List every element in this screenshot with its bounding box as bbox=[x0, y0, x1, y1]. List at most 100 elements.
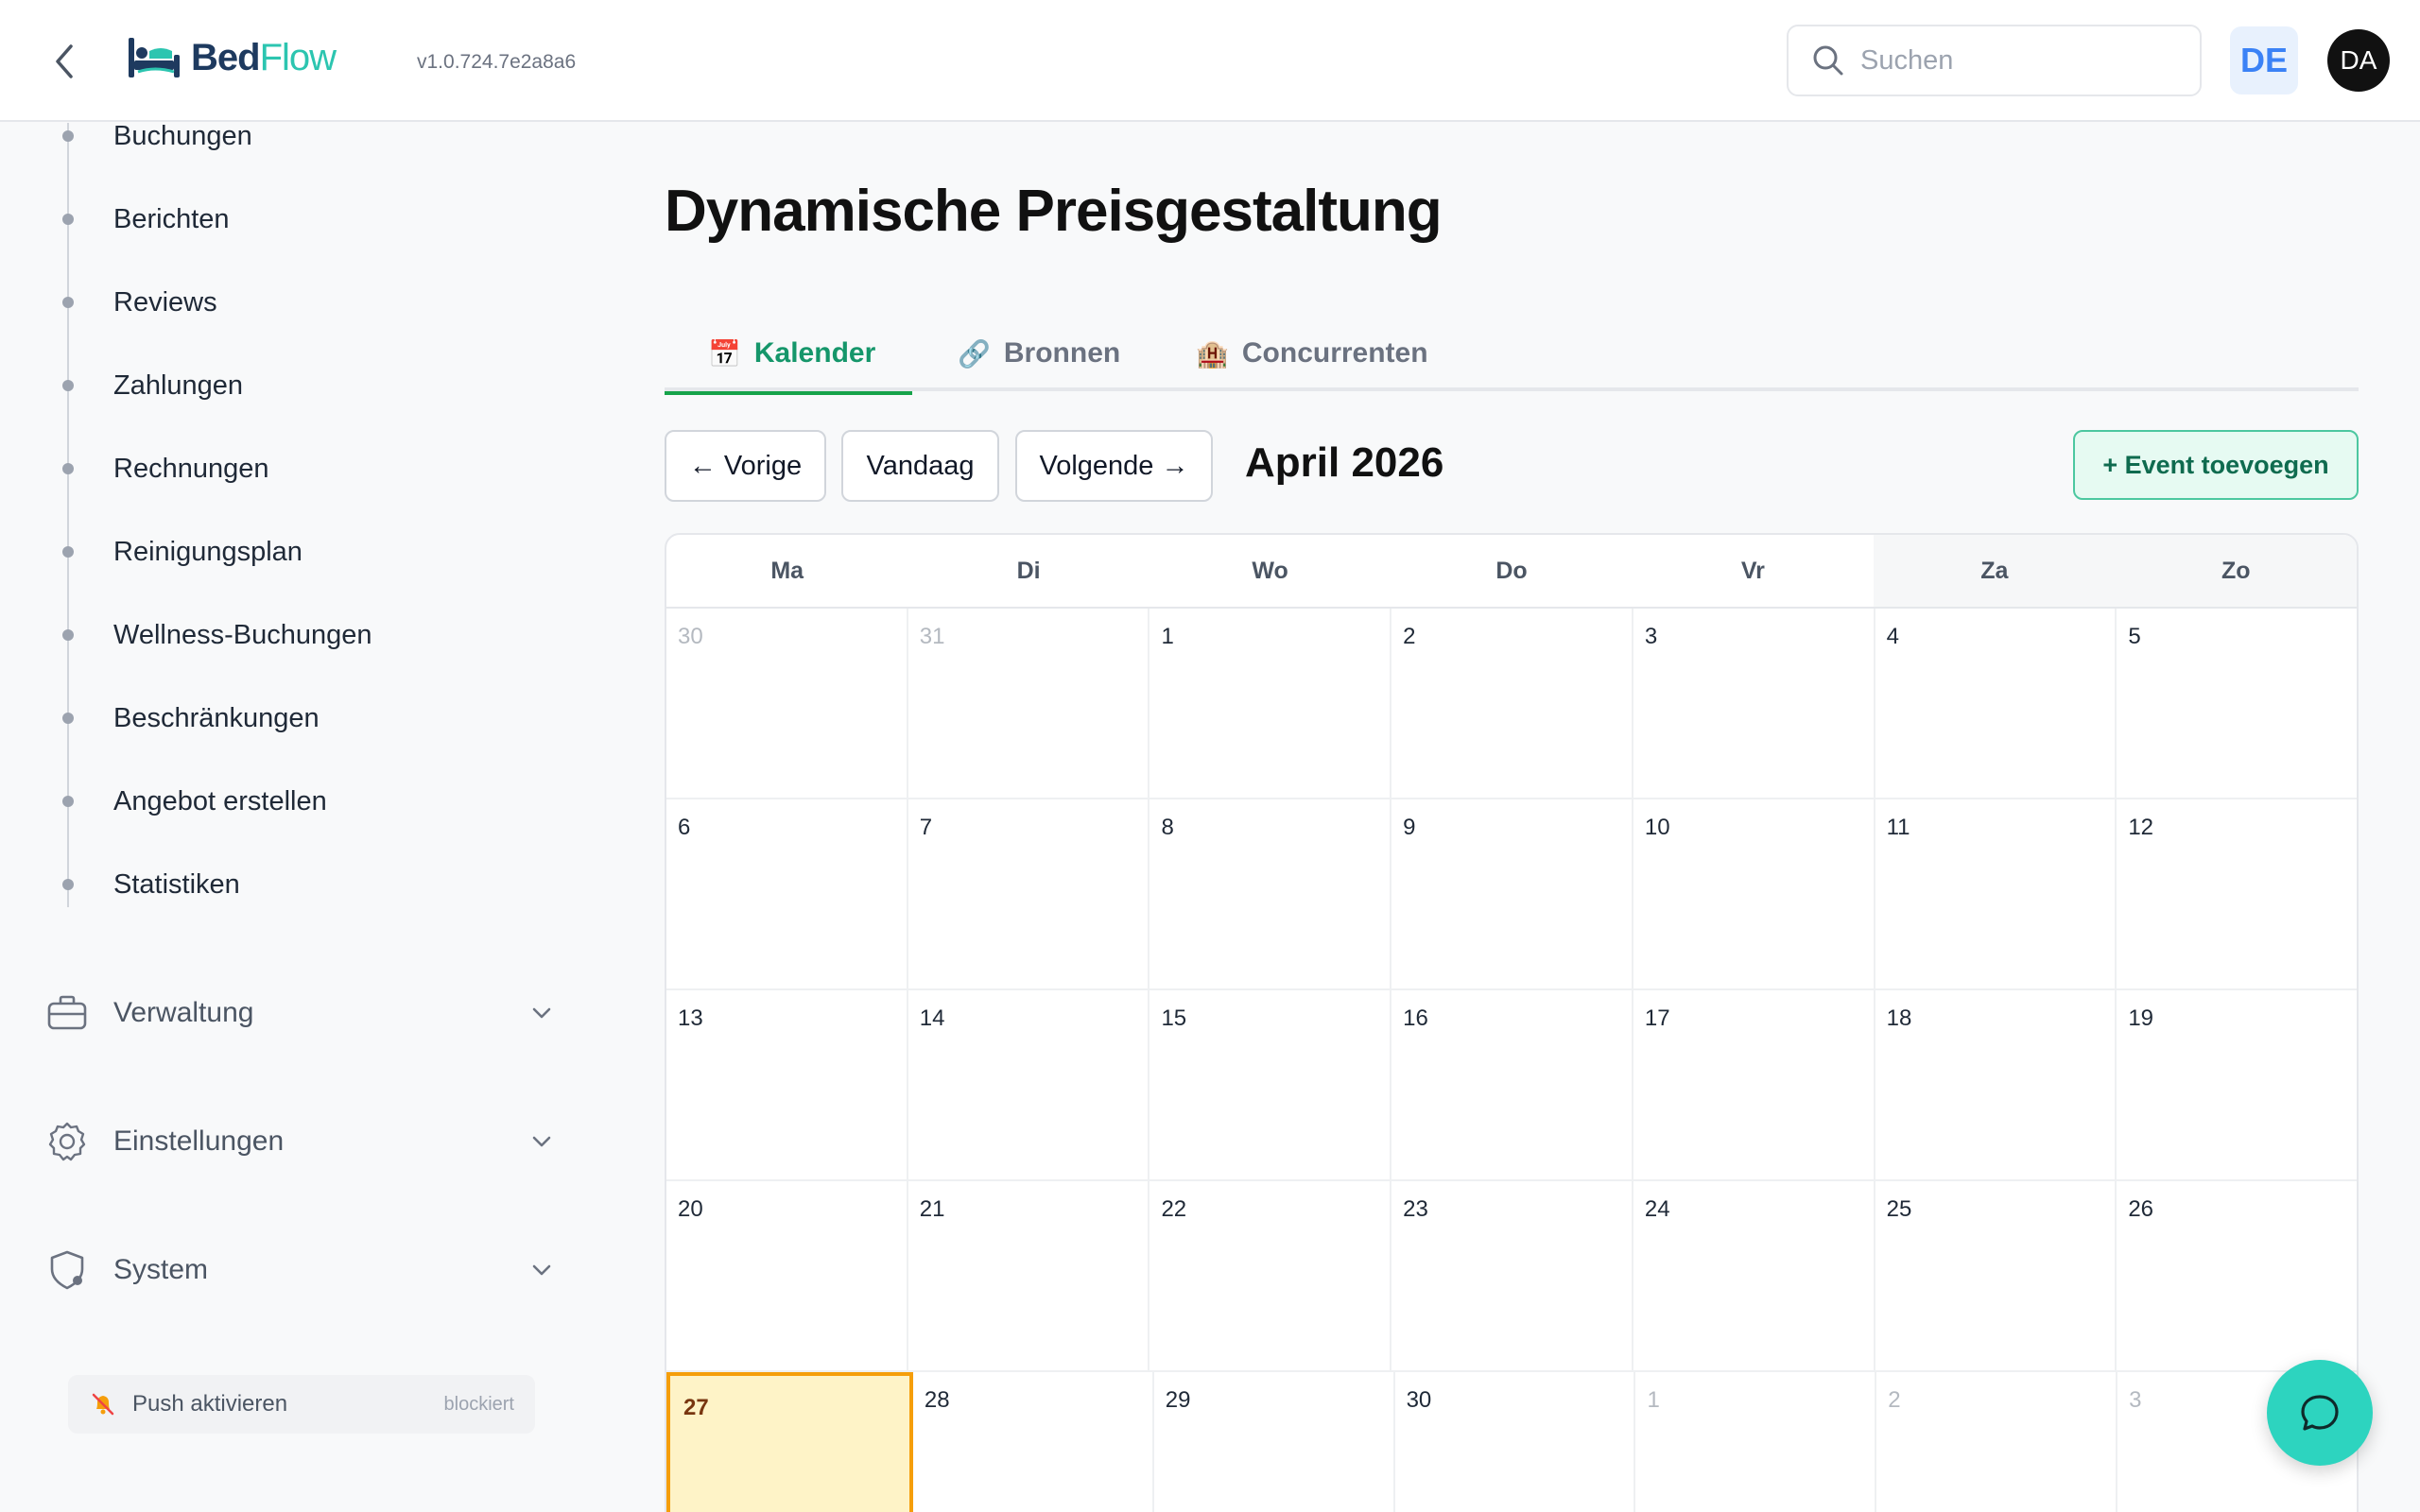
sidebar-item-label: Rechnungen bbox=[113, 453, 269, 484]
version-label: v1.0.724.7e2a8a6 bbox=[417, 51, 577, 73]
user-avatar[interactable]: DA bbox=[2327, 29, 2390, 92]
day-number: 2 bbox=[1403, 624, 1416, 649]
calendar-day-cell[interactable]: 9 bbox=[1392, 799, 1634, 988]
submenu-line bbox=[67, 123, 69, 907]
weekday-header: Vr bbox=[1740, 557, 1765, 584]
tab-concurrenten[interactable]: 🏨 Concurrenten bbox=[1196, 316, 1428, 391]
logo-text-flow: Flow bbox=[259, 36, 337, 78]
calendar-day-cell[interactable]: 2 bbox=[1876, 1372, 2118, 1512]
search-input[interactable] bbox=[1860, 44, 2182, 77]
tab-kalender[interactable]: 📅 Kalender bbox=[665, 316, 912, 395]
calendar-icon: 📅 bbox=[708, 338, 741, 369]
calendar-week-row: 20 21 22 23 24 25 26 bbox=[666, 1181, 2357, 1372]
calendar-day-cell[interactable]: 11 bbox=[1876, 799, 2118, 988]
calendar-day-cell[interactable]: 13 bbox=[666, 990, 908, 1179]
calendar-week-row: 6 7 8 9 10 11 12 bbox=[666, 799, 2357, 990]
calendar-day-cell[interactable]: 22 bbox=[1150, 1181, 1392, 1370]
calendar-grid: Ma Di Wo Do Vr Za Zo 30 31 1 2 3 4 5 6 7 8 9 10 11 12… bbox=[665, 533, 2359, 1512]
weekday-header: Wo bbox=[1252, 557, 1288, 584]
calendar-day-cell[interactable]: 21 bbox=[908, 1181, 1150, 1370]
sidebar-item-label: Statistiken bbox=[113, 868, 240, 900]
tab-label: Kalender bbox=[753, 337, 876, 369]
day-number: 30 bbox=[1406, 1387, 1432, 1413]
tab-bar: 📅 Kalender 🔗 Bronnen 🏨 Concurrenten bbox=[665, 316, 2359, 395]
bullet-dot bbox=[62, 214, 74, 225]
calendar-day-cell[interactable]: 29 bbox=[1154, 1372, 1395, 1512]
back-button[interactable] bbox=[45, 38, 83, 85]
calendar-day-today[interactable]: 27 bbox=[666, 1372, 913, 1512]
day-number: 31 bbox=[919, 624, 945, 649]
calendar-day-cell[interactable]: 8 bbox=[1150, 799, 1392, 988]
calendar-day-cell[interactable]: 30 bbox=[1395, 1372, 1636, 1512]
tab-label: Bronnen bbox=[1003, 337, 1121, 369]
next-month-button[interactable]: Volgende → bbox=[1015, 430, 1213, 502]
sidebar-item-label: Berichten bbox=[113, 203, 230, 234]
bullet-dot bbox=[62, 130, 74, 142]
chevron-down-icon bbox=[532, 1264, 551, 1276]
calendar-day-cell[interactable]: 6 bbox=[666, 799, 908, 988]
day-number: 4 bbox=[1886, 624, 1899, 649]
calendar-day-cell[interactable]: 20 bbox=[666, 1181, 908, 1370]
calendar-day-cell[interactable]: 16 bbox=[1392, 990, 1634, 1179]
calendar-day-cell[interactable]: 26 bbox=[2117, 1181, 2357, 1370]
sidebar-group-system[interactable]: System bbox=[45, 1237, 556, 1303]
calendar-day-cell[interactable]: 30 bbox=[666, 609, 908, 798]
calendar-day-cell[interactable]: 28 bbox=[913, 1372, 1154, 1512]
calendar-day-cell[interactable]: 17 bbox=[1634, 990, 1876, 1179]
bell-off-icon bbox=[92, 1393, 114, 1416]
calendar-day-cell[interactable]: 1 bbox=[1150, 609, 1392, 798]
calendar-day-cell[interactable]: 23 bbox=[1392, 1181, 1634, 1370]
calendar-day-cell[interactable]: 10 bbox=[1634, 799, 1876, 988]
calendar-day-cell[interactable]: 12 bbox=[2117, 799, 2357, 988]
calendar-day-cell[interactable]: 1 bbox=[1635, 1372, 1877, 1512]
hotel-icon: 🏨 bbox=[1196, 338, 1229, 369]
push-status: blockiert bbox=[443, 1393, 514, 1415]
logo-text-bed: Bed bbox=[191, 36, 261, 78]
sidebar-group-label: Einstellungen bbox=[113, 1125, 285, 1157]
sidebar-group-verwaltung[interactable]: Verwaltung bbox=[45, 980, 556, 1046]
calendar-day-cell[interactable]: 3 bbox=[1634, 609, 1876, 798]
day-number: 13 bbox=[678, 1005, 703, 1031]
bullet-dot bbox=[62, 546, 74, 558]
day-number: 30 bbox=[678, 624, 703, 649]
day-number: 21 bbox=[919, 1196, 945, 1222]
day-number: 22 bbox=[1161, 1196, 1187, 1222]
day-number: 1 bbox=[1161, 624, 1174, 649]
logo-text: BedFlow bbox=[191, 36, 337, 79]
calendar-day-cell[interactable]: 14 bbox=[908, 990, 1150, 1179]
prev-month-button[interactable]: ← Vorige bbox=[665, 430, 826, 502]
calendar-day-cell[interactable]: 25 bbox=[1876, 1181, 2118, 1370]
calendar-day-cell[interactable]: 18 bbox=[1876, 990, 2118, 1179]
bullet-dot bbox=[62, 713, 74, 724]
tab-bronnen[interactable]: 🔗 Bronnen bbox=[958, 316, 1120, 391]
sidebar-group-label: Verwaltung bbox=[113, 997, 254, 1028]
calendar-day-cell[interactable]: 24 bbox=[1634, 1181, 1876, 1370]
day-number: 14 bbox=[919, 1005, 945, 1031]
today-button[interactable]: Vandaag bbox=[841, 430, 999, 502]
chevron-left-icon bbox=[56, 44, 73, 78]
app-logo[interactable]: BedFlow bbox=[127, 34, 337, 81]
push-notification-toggle[interactable]: Push aktivieren blockiert bbox=[68, 1375, 535, 1434]
weekday-header: Ma bbox=[770, 557, 804, 584]
calendar-day-cell[interactable]: 2 bbox=[1392, 609, 1634, 798]
calendar-day-cell[interactable]: 5 bbox=[2117, 609, 2357, 798]
search-icon bbox=[1813, 45, 1843, 76]
calendar-day-cell[interactable]: 4 bbox=[1876, 609, 2118, 798]
bullet-dot bbox=[62, 380, 74, 391]
search-box[interactable] bbox=[1787, 25, 2202, 96]
calendar-body: 30 31 1 2 3 4 5 6 7 8 9 10 11 12 13 14 15 16 17 18 19 20 21 22 2… bbox=[666, 609, 2357, 1512]
calendar-day-cell[interactable]: 7 bbox=[908, 799, 1150, 988]
day-number: 1 bbox=[1647, 1387, 1660, 1413]
shield-icon bbox=[50, 1250, 84, 1290]
calendar-day-cell[interactable]: 31 bbox=[908, 609, 1150, 798]
add-event-button[interactable]: + Event toevoegen bbox=[2073, 430, 2359, 500]
link-icon: 🔗 bbox=[958, 338, 991, 369]
chat-button[interactable] bbox=[2267, 1360, 2373, 1466]
language-switcher[interactable]: DE bbox=[2230, 26, 2298, 94]
calendar-day-cell[interactable]: 15 bbox=[1150, 990, 1392, 1179]
day-number: 18 bbox=[1886, 1005, 1912, 1031]
day-number: 25 bbox=[1886, 1196, 1912, 1222]
sidebar-group-einstellungen[interactable]: Einstellungen bbox=[45, 1108, 556, 1175]
calendar-day-cell[interactable]: 19 bbox=[2117, 990, 2357, 1179]
bullet-dot bbox=[62, 629, 74, 641]
